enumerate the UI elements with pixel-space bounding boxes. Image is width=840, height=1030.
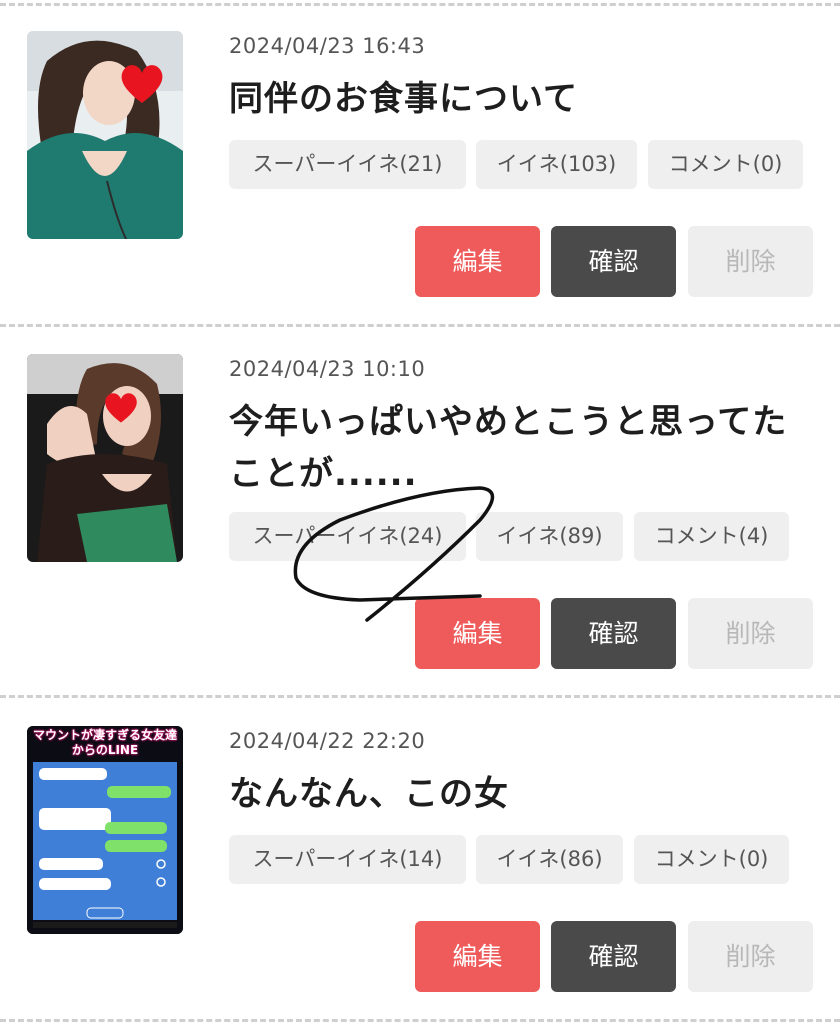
post-title[interactable]: なんなん、この女 (229, 768, 819, 820)
super-like-count: スーパーイイネ(14) (229, 835, 466, 884)
like-count: イイネ(89) (476, 512, 623, 561)
post-thumbnail[interactable] (27, 31, 183, 239)
divider (0, 3, 840, 6)
divider (0, 1019, 840, 1022)
check-button[interactable]: 確認 (551, 598, 676, 669)
post-date: 2024/04/23 16:43 (229, 34, 426, 58)
divider (0, 324, 840, 327)
post-item: 2024/04/23 10:10 今年いっぱいやめとこうと思ってたことが....… (0, 354, 840, 674)
heart-sticker-icon (121, 65, 163, 103)
post-thumbnail[interactable] (27, 354, 183, 562)
heart-sticker-icon (105, 393, 137, 423)
edit-button[interactable]: 編集 (415, 226, 540, 297)
comment-count: コメント(0) (634, 835, 789, 884)
super-like-count: スーパーイイネ(24) (229, 512, 466, 561)
comment-count: コメント(0) (648, 140, 803, 189)
comment-count: コメント(4) (634, 512, 789, 561)
post-item: 2024/04/23 16:43 同伴のお食事について スーパーイイネ(21) … (0, 31, 840, 301)
delete-button[interactable]: 削除 (688, 226, 813, 297)
edit-button[interactable]: 編集 (415, 921, 540, 992)
check-button[interactable]: 確認 (551, 226, 676, 297)
post-title[interactable]: 同伴のお食事について (229, 73, 819, 125)
post-thumbnail[interactable]: マウントが凄すぎる女友達からのLINE (27, 726, 183, 934)
like-count: イイネ(86) (476, 835, 623, 884)
post-title[interactable]: 今年いっぱいやめとこうと思ってたことが...... (229, 396, 819, 500)
delete-button[interactable]: 削除 (688, 921, 813, 992)
check-button[interactable]: 確認 (551, 921, 676, 992)
post-date: 2024/04/22 22:20 (229, 729, 426, 753)
like-count: イイネ(103) (476, 140, 637, 189)
edit-button[interactable]: 編集 (415, 598, 540, 669)
post-item: マウントが凄すぎる女友達からのLINE 2024/04/22 22:20 なんな… (0, 726, 840, 996)
divider (0, 695, 840, 698)
post-date: 2024/04/23 10:10 (229, 357, 426, 381)
thumbnail-caption: マウントが凄すぎる女友達からのLINE (32, 728, 177, 757)
delete-button[interactable]: 削除 (688, 598, 813, 669)
super-like-count: スーパーイイネ(21) (229, 140, 466, 189)
